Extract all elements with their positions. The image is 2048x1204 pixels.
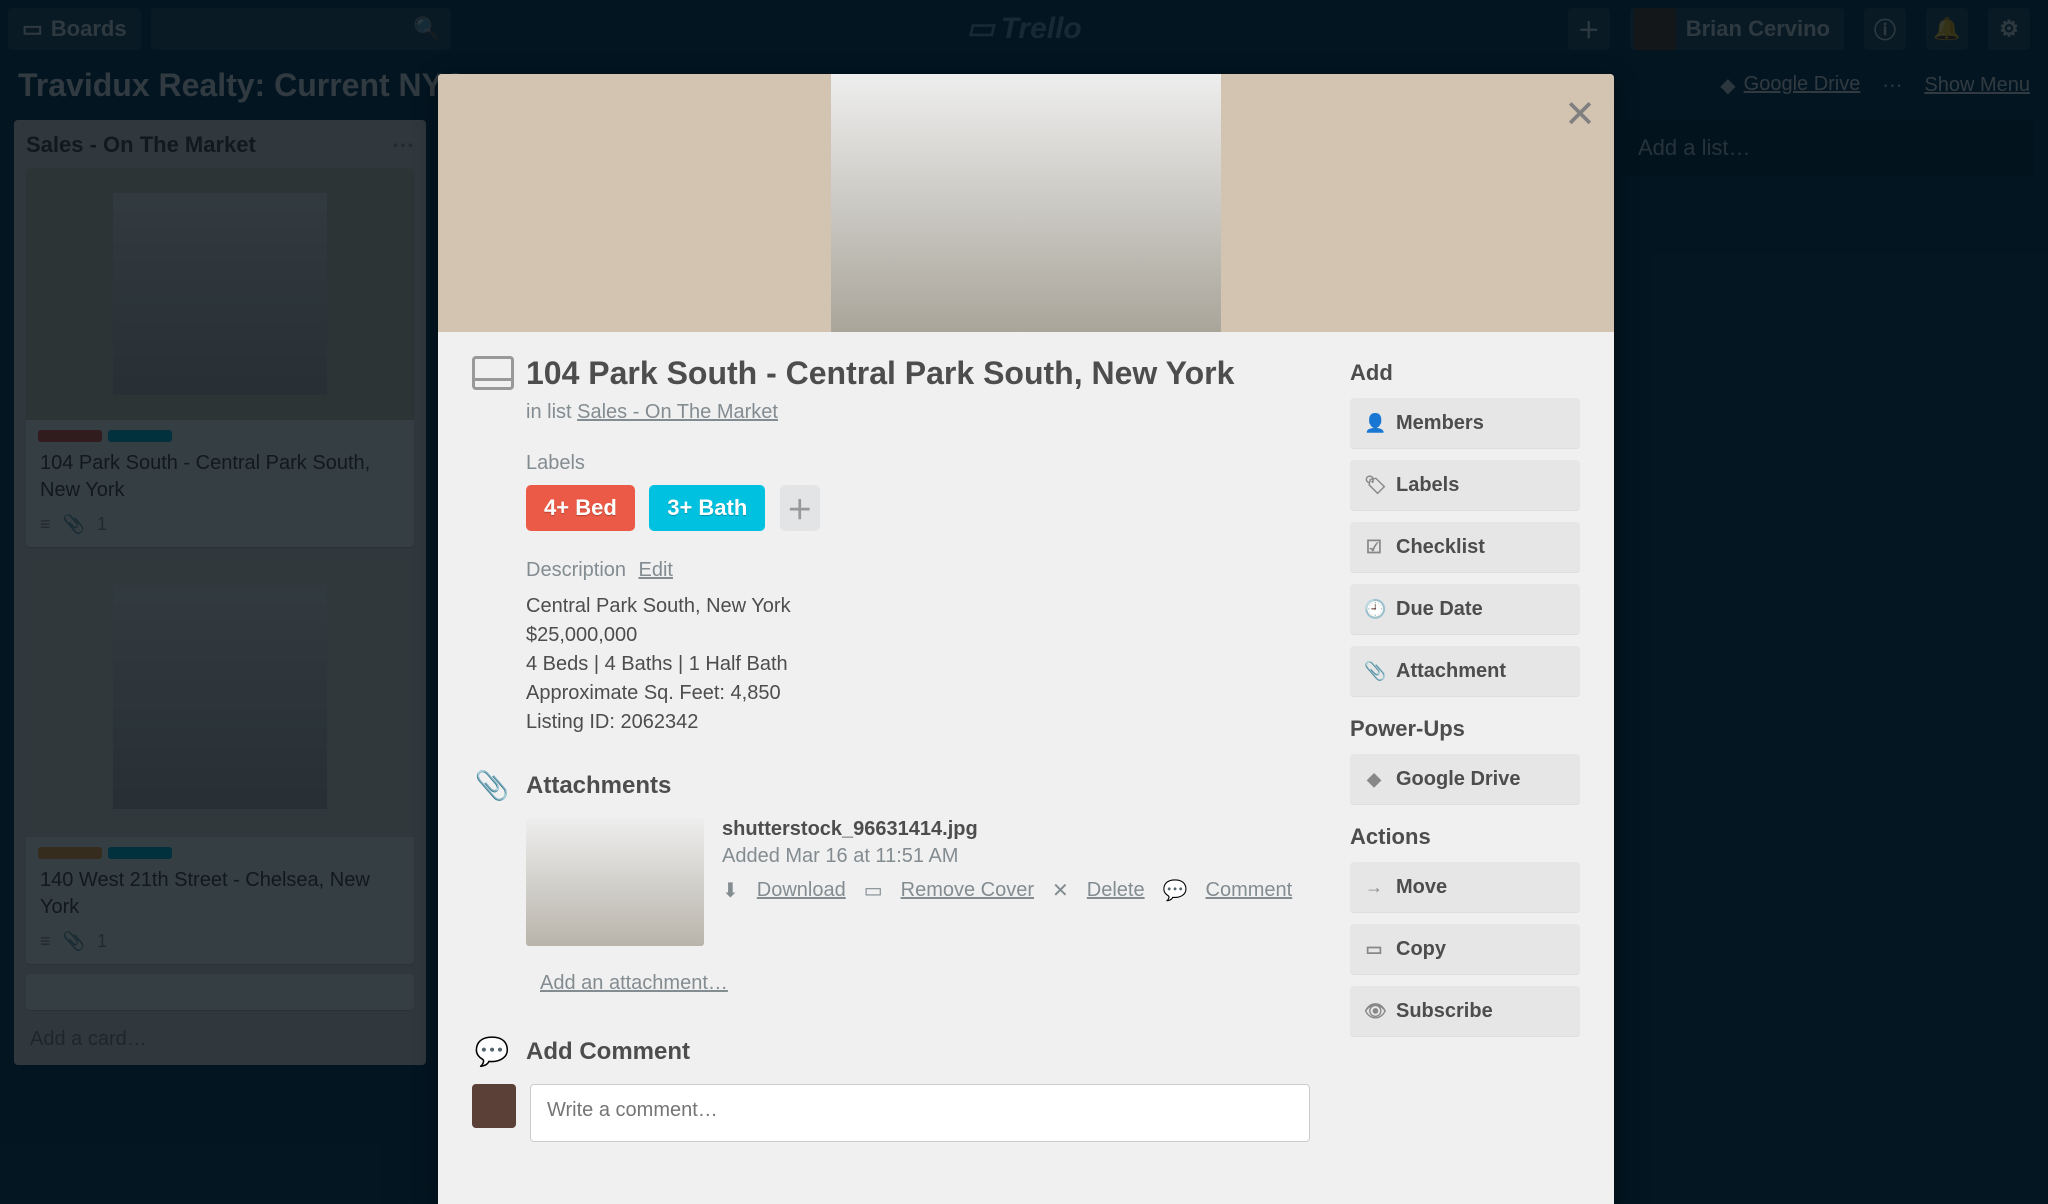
sidebar-add-heading: Add (1350, 360, 1580, 386)
attachment-item: shutterstock_96631414.jpg Added Mar 16 a… (526, 818, 1310, 946)
download-link[interactable]: Download (757, 879, 846, 902)
card-icon (472, 356, 514, 390)
arrow-right-icon: → (1364, 877, 1384, 898)
attachment-icon: 📎 (472, 769, 512, 802)
edit-description-link[interactable]: Edit (639, 559, 673, 581)
sidebar-googledrive-button[interactable]: ◆ Google Drive (1350, 754, 1580, 804)
attachment-name[interactable]: shutterstock_96631414.jpg (722, 818, 1292, 841)
sidebar-item-label: Attachment (1396, 660, 1506, 683)
comment-input[interactable] (530, 1084, 1310, 1142)
tag-icon: 🏷 (1364, 475, 1384, 496)
description-body[interactable]: Central Park South, New York $25,000,000… (526, 592, 1310, 737)
sidebar-item-label: Copy (1396, 938, 1446, 961)
label-4-bed[interactable]: 4+ Bed (526, 485, 635, 531)
clock-icon: 🕘 (1364, 599, 1384, 620)
card-modal: ✕ 104 Park South - Central Park South, N… (438, 74, 1614, 1204)
sidebar-move-button[interactable]: → Move (1350, 862, 1580, 912)
add-comment-heading: Add Comment (526, 1038, 690, 1066)
sidebar-powerups-heading: Power-Ups (1350, 716, 1580, 742)
copy-icon: ▭ (1364, 939, 1384, 960)
sidebar-item-label: Checklist (1396, 536, 1485, 559)
sidebar-subscribe-button[interactable]: 👁 Subscribe (1350, 986, 1580, 1036)
add-attachment-link[interactable]: Add an attachment… (540, 972, 728, 995)
sidebar-item-label: Labels (1396, 474, 1459, 497)
sidebar-item-label: Move (1396, 876, 1447, 899)
attachments-heading: Attachments (526, 772, 671, 800)
attachment-icon: 📎 (1364, 661, 1384, 682)
label-text: 3+ Bath (667, 495, 747, 521)
eye-icon: 👁 (1364, 1001, 1384, 1022)
sidebar-item-label: Members (1396, 412, 1484, 435)
attachment-thumbnail[interactable] (526, 818, 704, 946)
sidebar-actions-heading: Actions (1350, 824, 1580, 850)
sidebar-item-label: Due Date (1396, 598, 1483, 621)
remove-cover-link[interactable]: Remove Cover (901, 879, 1034, 902)
delete-link[interactable]: Delete (1087, 879, 1145, 902)
sidebar-copy-button[interactable]: ▭ Copy (1350, 924, 1580, 974)
plus-icon: ＋ (787, 490, 813, 527)
close-button[interactable]: ✕ (1564, 92, 1596, 137)
check-icon: ☑ (1364, 537, 1384, 558)
cover-image (831, 74, 1221, 332)
sidebar-labels-button[interactable]: 🏷 Labels (1350, 460, 1580, 510)
user-icon: 👤 (1364, 413, 1384, 434)
card-cover[interactable] (438, 74, 1614, 332)
sidebar-item-label: Subscribe (1396, 1000, 1493, 1023)
close-icon: ✕ (1564, 94, 1596, 136)
label-3-bath[interactable]: 3+ Bath (649, 485, 765, 531)
in-list: in list Sales - On The Market (526, 401, 1310, 424)
description-heading: Description (526, 559, 626, 581)
sidebar-item-label: Google Drive (1396, 768, 1520, 791)
sidebar-checklist-button[interactable]: ☑ Checklist (1350, 522, 1580, 572)
sidebar-members-button[interactable]: 👤 Members (1350, 398, 1580, 448)
card-title[interactable]: 104 Park South - Central Park South, New… (526, 356, 1234, 391)
download-icon: ⬇ (722, 878, 739, 903)
sidebar-attachment-button[interactable]: 📎 Attachment (1350, 646, 1580, 696)
drive-icon: ◆ (1364, 769, 1384, 790)
avatar (472, 1084, 516, 1128)
close-icon: ✕ (1052, 878, 1069, 903)
sidebar-duedate-button[interactable]: 🕘 Due Date (1350, 584, 1580, 634)
in-list-link[interactable]: Sales - On The Market (577, 401, 778, 423)
comment-link[interactable]: Comment (1206, 879, 1293, 902)
comment-icon: 💬 (1163, 878, 1188, 903)
attachment-added: Added Mar 16 at 11:51 AM (722, 845, 1292, 868)
labels-heading: Labels (526, 452, 1310, 475)
comment-icon: 💬 (472, 1035, 512, 1068)
cover-icon: ▭ (864, 878, 883, 903)
label-text: 4+ Bed (544, 495, 617, 521)
add-label-button[interactable]: ＋ (780, 485, 820, 531)
in-list-prefix: in list (526, 401, 577, 423)
